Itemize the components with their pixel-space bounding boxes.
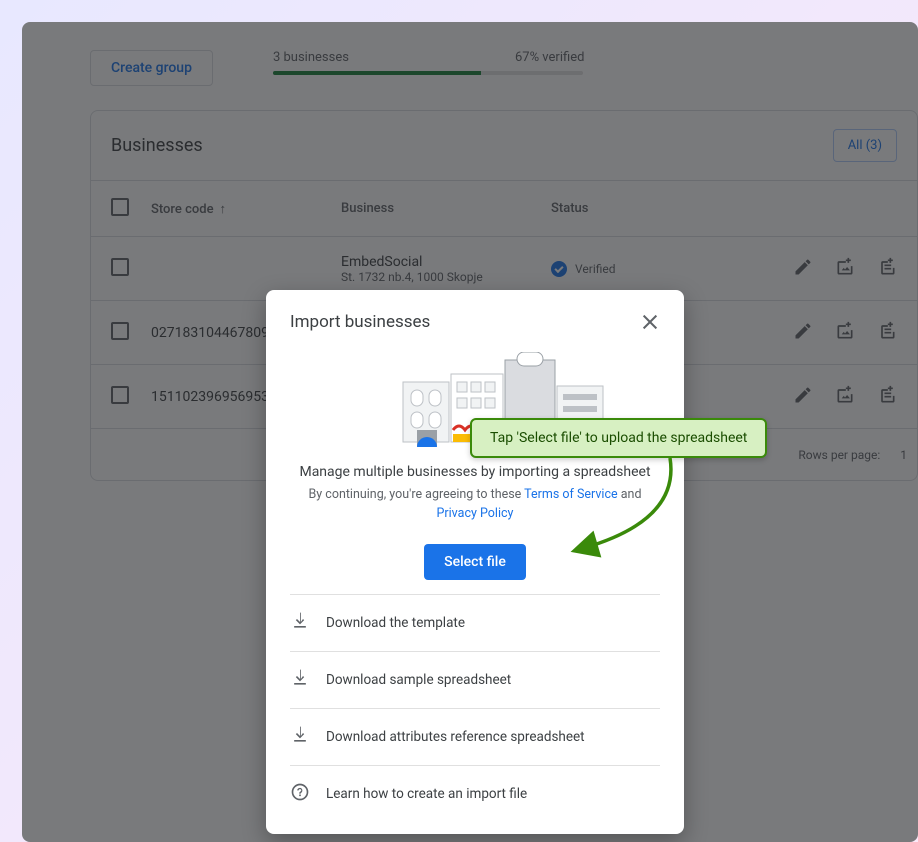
download-icon [290,668,310,692]
import-businesses-modal: Import businesses [266,290,684,834]
modal-list-item[interactable]: Download the template [290,594,660,651]
download-icon [290,611,310,635]
modal-list-item[interactable]: Download attributes reference spreadshee… [290,708,660,765]
modal-item-label: Download sample spreadsheet [326,672,511,688]
modal-title: Import businesses [290,312,640,332]
modal-list-item[interactable]: Learn how to create an import file [290,765,660,822]
terms-link[interactable]: Terms of Service [524,487,617,502]
modal-list-item[interactable]: Download sample spreadsheet [290,651,660,708]
help-icon [290,782,310,806]
download-icon [290,725,310,749]
select-file-button[interactable]: Select file [424,544,526,580]
modal-lead-text: Manage multiple businesses by importing … [290,464,660,480]
modal-item-label: Download attributes reference spreadshee… [326,729,585,745]
modal-item-label: Download the template [326,615,465,631]
privacy-link[interactable]: Privacy Policy [437,506,514,521]
modal-item-label: Learn how to create an import file [326,786,527,802]
modal-fine-print: By continuing, you're agreeing to these … [290,486,660,524]
instruction-callout: Tap 'Select file' to upload the spreadsh… [470,418,767,458]
close-icon[interactable] [640,312,660,332]
